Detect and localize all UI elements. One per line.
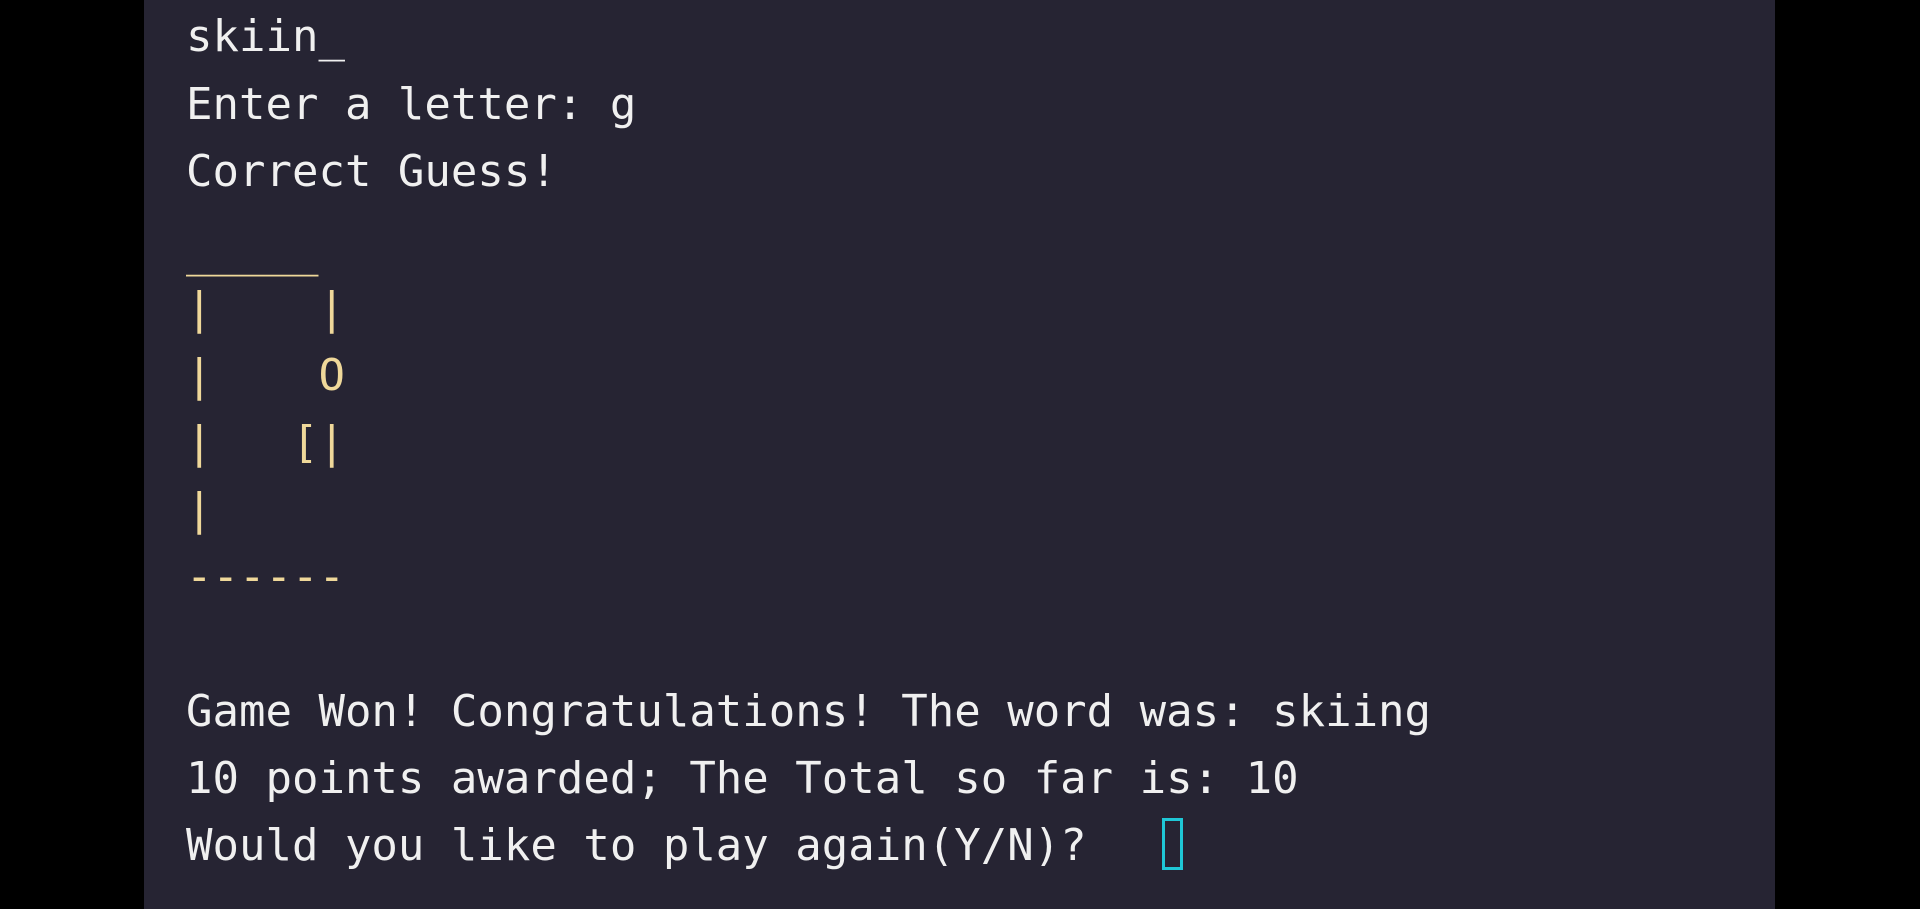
game-won-line: Game Won! Congratulations! The word was:… <box>186 686 1432 737</box>
letter-prompt-line: Enter a letter: g <box>186 79 637 130</box>
terminal-window[interactable]: skiin_ Enter a letter: g Correct Guess! … <box>144 0 1775 909</box>
play-again-prompt[interactable]: Would you like to play again(Y/N)? <box>186 821 1113 871</box>
word-progress-line: skiin_ <box>186 11 345 62</box>
hangman-body-row: | [| <box>186 417 345 468</box>
guess-feedback-line: Correct Guess! <box>186 146 557 197</box>
hangman-rope-row: | | <box>186 283 345 334</box>
hangman-top-beam: _____ <box>186 226 319 277</box>
terminal-cursor[interactable] <box>1162 818 1183 870</box>
hangman-base: ------ <box>186 551 345 602</box>
hangman-post-row: | <box>186 484 213 535</box>
score-line: 10 points awarded; The Total so far is: … <box>186 753 1299 804</box>
hangman-head-row: | O <box>186 350 345 401</box>
